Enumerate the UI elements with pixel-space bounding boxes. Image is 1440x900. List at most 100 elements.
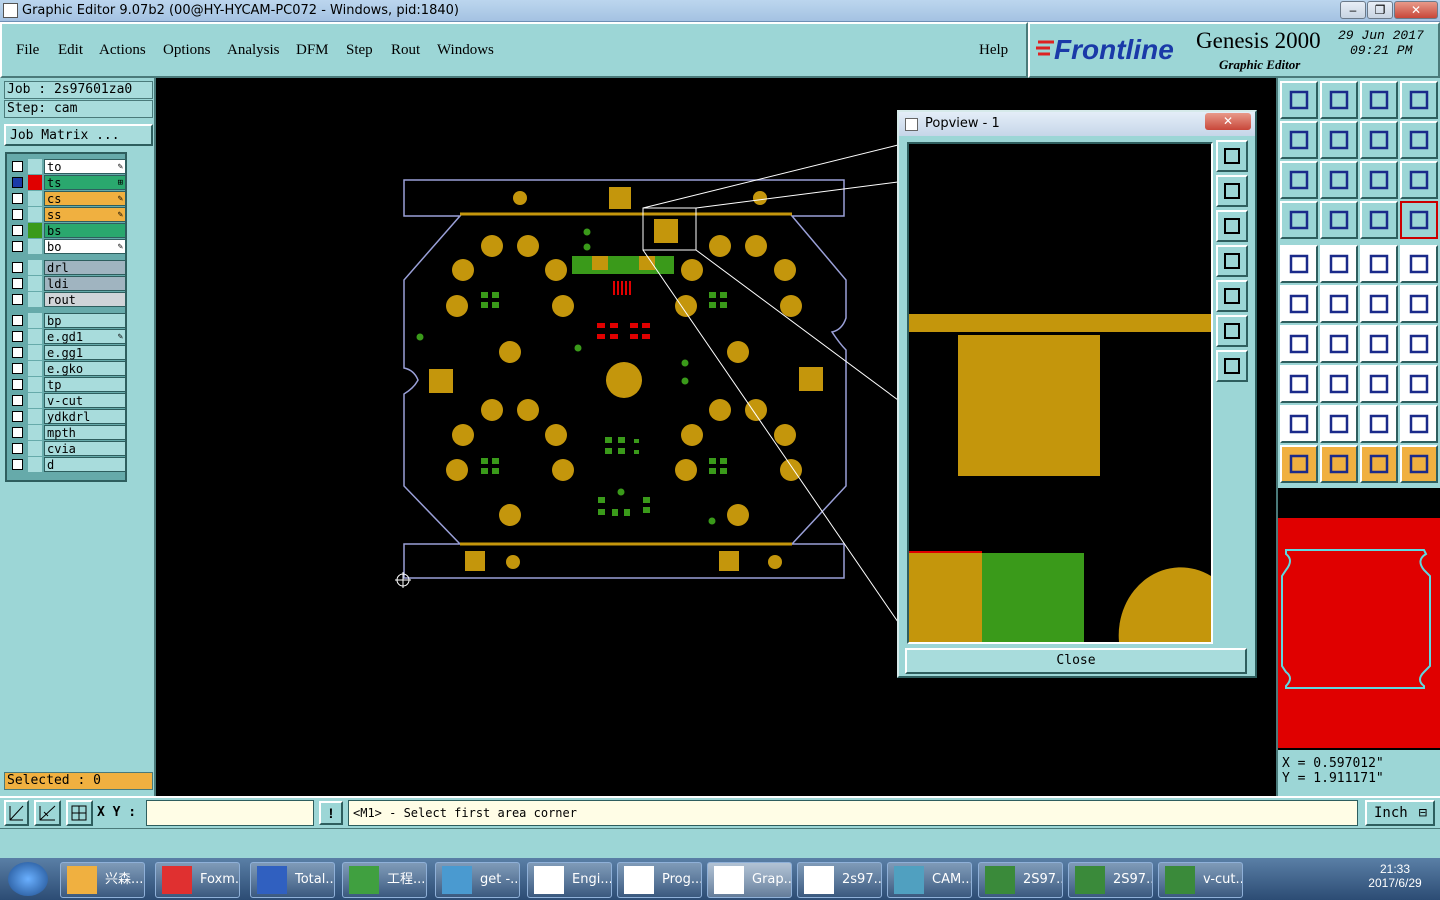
save-icon[interactable] [1320, 81, 1358, 119]
layer-name[interactable]: cs ✎ [44, 191, 126, 206]
start-button[interactable] [8, 862, 48, 896]
overview-pane[interactable] [1278, 488, 1440, 750]
snap-settings-icon[interactable] [1280, 201, 1318, 239]
layer-row-bs[interactable]: bs [10, 223, 126, 238]
net-connect-icon[interactable] [1280, 285, 1318, 323]
xy-input[interactable] [146, 800, 314, 826]
layer-color-swatch[interactable] [28, 441, 42, 456]
popview-pan-right-icon[interactable] [1216, 280, 1248, 312]
layer-checkbox[interactable] [12, 161, 23, 172]
taskbar-item[interactable]: CAM... [887, 862, 972, 898]
a-frame-line-icon[interactable] [1400, 405, 1438, 443]
alert-button[interactable]: ! [319, 801, 343, 825]
layer-row-cvia[interactable]: cvia [10, 441, 126, 456]
popview-fit-icon[interactable] [1216, 350, 1248, 382]
taskbar-item[interactable]: Grap... [707, 862, 792, 898]
layer-row-ydkdrl[interactable]: ydkdrl [10, 409, 126, 424]
layer-row-ldi[interactable]: ldi [10, 276, 126, 291]
layer-color-swatch[interactable] [28, 175, 42, 190]
layer-color-swatch[interactable] [28, 393, 42, 408]
layer-checkbox[interactable] [12, 294, 23, 305]
popview-window[interactable]: Popview - 1 ✕ Close [897, 110, 1257, 678]
open-job-icon[interactable] [1280, 81, 1318, 119]
import-icon[interactable] [1280, 121, 1318, 159]
select-pad-icon[interactable] [1280, 245, 1318, 283]
zoom-center-icon[interactable] [1320, 161, 1358, 199]
taskbar-item[interactable]: get -... [435, 862, 520, 898]
layer-checkbox[interactable] [12, 443, 23, 454]
layer-checkbox[interactable] [12, 241, 23, 252]
menu-step[interactable]: Step [346, 42, 373, 59]
dash-line-icon[interactable] [1320, 365, 1358, 403]
fork-icon[interactable] [1400, 325, 1438, 363]
taskbar-item[interactable]: v-cut... [1158, 862, 1243, 898]
route-icon[interactable] [1400, 121, 1438, 159]
pointer-icon[interactable] [1280, 445, 1318, 483]
a-frame-icon[interactable] [1360, 405, 1398, 443]
popview-zoom-out-icon[interactable] [1216, 315, 1248, 347]
layer-row-d[interactable]: d [10, 457, 126, 472]
menu-actions[interactable]: Actions [99, 42, 146, 59]
layer-row-cs[interactable]: cs ✎ [10, 191, 126, 206]
taskbar-item[interactable]: 2S97... [978, 862, 1063, 898]
layer-checkbox[interactable] [12, 262, 23, 273]
slash-icon[interactable] [1320, 325, 1358, 363]
taskbar-item[interactable]: Foxm... [155, 862, 240, 898]
shape-icon[interactable] [1400, 365, 1438, 403]
layer-color-swatch[interactable] [28, 313, 42, 328]
line-color-icon[interactable] [1320, 245, 1358, 283]
layer-row-ts[interactable]: ts ⊞ [10, 175, 126, 190]
menu-analysis[interactable]: Analysis [227, 42, 280, 59]
layer-name[interactable]: v-cut [44, 393, 126, 408]
layer-color-swatch[interactable] [28, 345, 42, 360]
layer-checkbox[interactable] [12, 209, 23, 220]
layer-row-to[interactable]: to ✎ [10, 159, 126, 174]
move-line-icon[interactable] [1400, 285, 1438, 323]
layer-checkbox[interactable] [12, 177, 23, 188]
close-window-button[interactable]: ✕ [1394, 1, 1438, 19]
layer-row-rout[interactable]: rout [10, 292, 126, 307]
dimension-icon[interactable] [1360, 365, 1398, 403]
layer-name[interactable]: e.gko [44, 361, 126, 376]
taskbar-item[interactable]: 兴森... [60, 862, 145, 898]
layer-props-icon[interactable] [1360, 201, 1398, 239]
layer-name[interactable]: rout [44, 292, 126, 307]
layer-color-swatch[interactable] [28, 159, 42, 174]
layer-checkbox[interactable] [12, 427, 23, 438]
zoom-box-icon[interactable] [4, 800, 29, 826]
clock[interactable]: 21:33 2017/6/29 [1360, 862, 1430, 890]
triangle-icon[interactable] [1320, 405, 1358, 443]
taskbar-item[interactable]: Engi... [527, 862, 612, 898]
layer-row-bo[interactable]: bo ✎ [10, 239, 126, 254]
popview-close-button[interactable]: Close [905, 648, 1247, 674]
layer-row-tp[interactable]: tp [10, 377, 126, 392]
home-icon[interactable] [1360, 81, 1398, 119]
maximize-button[interactable]: ❐ [1367, 1, 1393, 19]
layer-color-swatch[interactable] [28, 377, 42, 392]
layer-name[interactable]: e.gd1 ✎ [44, 329, 126, 344]
taskbar-item[interactable]: 2S97... [1068, 862, 1153, 898]
layer-name[interactable]: ss ✎ [44, 207, 126, 222]
layer-row-mpth[interactable]: mpth [10, 425, 126, 440]
layer-checkbox[interactable] [12, 411, 23, 422]
layer-color-swatch[interactable] [28, 260, 42, 275]
layer-name[interactable]: cvia [44, 441, 126, 456]
layer-name[interactable]: d [44, 457, 126, 472]
layer-color-swatch[interactable] [28, 292, 42, 307]
layer-row-ss[interactable]: ss ✎ [10, 207, 126, 222]
layer-name[interactable]: ydkdrl [44, 409, 126, 424]
layer-row-e.gg1[interactable]: e.gg1 [10, 345, 126, 360]
layer-checkbox[interactable] [12, 225, 23, 236]
delta-icon[interactable] [1280, 405, 1318, 443]
grid-settings-icon[interactable] [1320, 201, 1358, 239]
measure-icon[interactable] [34, 800, 61, 826]
layer-row-drl[interactable]: drl [10, 260, 126, 275]
angle-icon[interactable] [1280, 325, 1318, 363]
zoom-fit-icon[interactable] [1280, 161, 1318, 199]
taskbar-item[interactable]: Total... [250, 862, 335, 898]
layer-name[interactable]: bo ✎ [44, 239, 126, 254]
popview-pan-down-icon[interactable] [1216, 210, 1248, 242]
select-box-icon[interactable] [1320, 445, 1358, 483]
layer-name[interactable]: bp [44, 313, 126, 328]
layer-row-e.gko[interactable]: e.gko [10, 361, 126, 376]
